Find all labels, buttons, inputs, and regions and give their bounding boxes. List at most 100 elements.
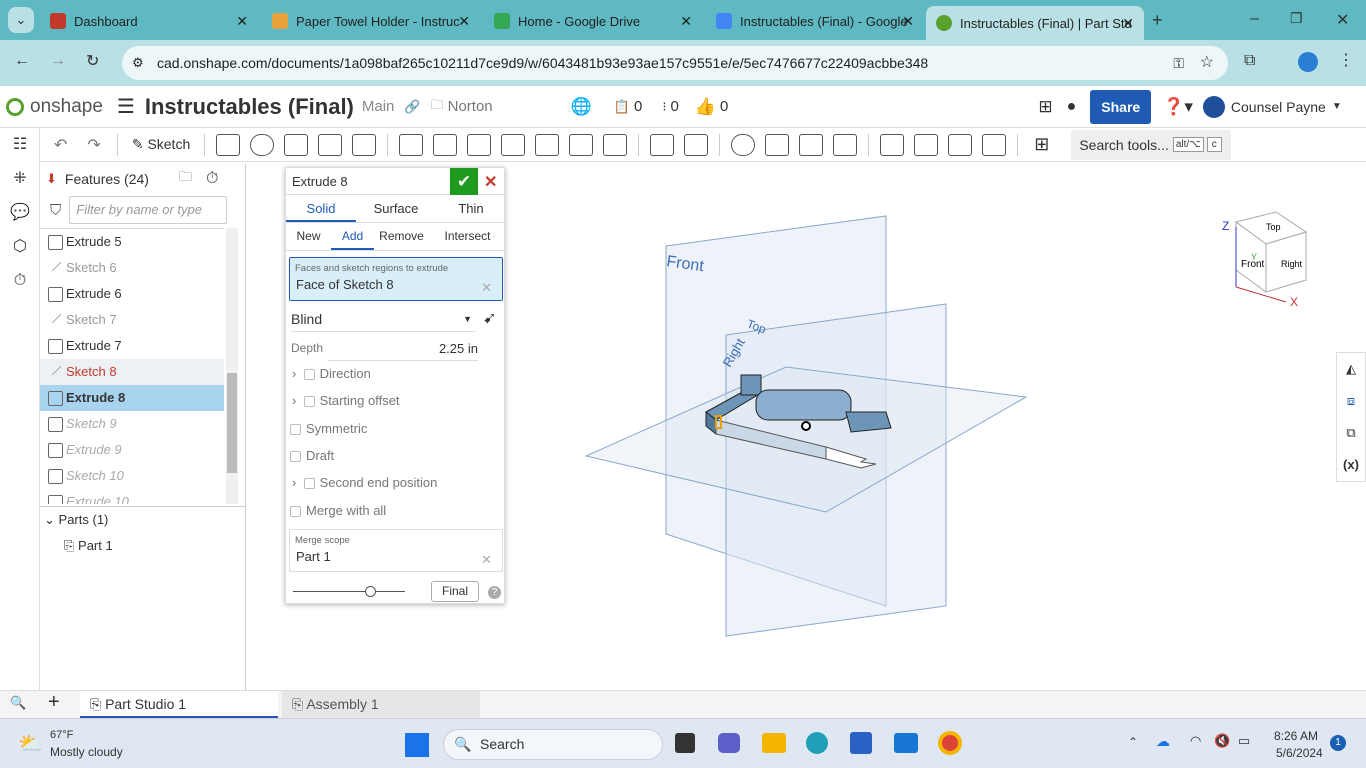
browser-tab[interactable]: Home - Google Drive ✕ (484, 6, 702, 36)
folder-name[interactable]: Norton (448, 98, 493, 115)
feature-item[interactable]: Extrude 10 (40, 489, 224, 504)
share-button[interactable]: Share (1090, 89, 1152, 124)
store-icon[interactable] (850, 732, 872, 754)
close-tab-icon[interactable]: ✕ (458, 13, 470, 30)
windows-start-icon[interactable] (405, 733, 429, 757)
direction-option[interactable]: › Direction (292, 366, 371, 381)
document-title[interactable]: Instructables (Final) (145, 94, 354, 120)
delete-part-icon[interactable] (833, 133, 858, 156)
help-icon[interactable]: ? (488, 586, 501, 599)
onshape-logo[interactable]: onshape (30, 96, 103, 118)
revolve-icon[interactable] (250, 133, 275, 156)
volume-muted-icon[interactable]: 🔇 (1214, 733, 1230, 749)
feature-item[interactable]: Sketch 6 (40, 255, 224, 281)
chevron-down-icon[interactable]: ▼ (1332, 101, 1342, 112)
clock-date[interactable]: 5/6/2024 (1276, 746, 1323, 760)
sketch-button[interactable]: ✎ Sketch (126, 136, 196, 153)
hole-icon[interactable] (569, 133, 594, 156)
profile-avatar[interactable] (1298, 52, 1318, 72)
feature-item[interactable]: Sketch 7 (40, 307, 224, 333)
parts-icon[interactable]: ⬡ (0, 230, 40, 264)
clear-selection-icon[interactable]: ✕ (481, 280, 492, 296)
site-info-icon[interactable]: ⚙ (132, 46, 144, 80)
faces-selection-field[interactable]: Faces and sketch regions to extrude Face… (289, 257, 503, 301)
starting-offset-checkbox[interactable] (303, 396, 315, 408)
bookmark-star-icon[interactable]: ☆ (1200, 46, 1214, 80)
rib-icon[interactable] (501, 133, 526, 156)
edge-icon[interactable] (806, 732, 828, 754)
password-key-icon[interactable]: ⚿ (1173, 46, 1184, 80)
merge-all-option[interactable]: Merge with all (290, 503, 386, 518)
tab-solid[interactable]: Solid (286, 196, 356, 222)
variables-icon[interactable]: ⁜ (0, 162, 40, 196)
battery-icon[interactable]: ▭ (1238, 733, 1250, 749)
chrome-icon[interactable] (938, 731, 962, 755)
redo-icon[interactable]: ↷ (87, 135, 100, 155)
tab-add[interactable]: Add (331, 224, 374, 250)
browser-tab[interactable]: Instructables (Final) - Google ✕ (706, 6, 924, 36)
starting-offset-option[interactable]: › Starting offset (292, 393, 400, 408)
tab-assembly-1[interactable]: ⎘ Assembly 1 (282, 691, 480, 718)
minimize-icon[interactable]: – (1250, 10, 1259, 28)
second-end-option[interactable]: › Second end position (292, 475, 437, 490)
symmetric-option[interactable]: Symmetric (290, 421, 367, 436)
split-icon[interactable] (765, 133, 790, 156)
extrude-icon[interactable] (216, 133, 241, 156)
clear-merge-scope-icon[interactable]: ✕ (481, 552, 492, 568)
slider-thumb[interactable] (365, 586, 376, 597)
feature-item[interactable]: Sketch 10 (40, 463, 224, 489)
close-tab-icon[interactable]: ✕ (236, 13, 248, 30)
tab-remove[interactable]: Remove (374, 224, 429, 250)
symmetric-checkbox[interactable] (290, 424, 301, 436)
close-tab-icon[interactable]: ✕ (1122, 15, 1134, 32)
temperature[interactable]: 67°F (50, 729, 73, 741)
mail-icon[interactable] (894, 733, 918, 753)
view-cube[interactable]: Front Top Right Z X Y (1222, 211, 1308, 309)
parts-header[interactable]: Parts (1) (59, 512, 109, 527)
menu-icon[interactable]: ☰ (117, 94, 135, 119)
tab-list-button[interactable]: ⌄ (8, 7, 34, 33)
accept-check-button[interactable]: ✔ (450, 168, 478, 195)
link-icon[interactable]: 🔗 (404, 99, 420, 115)
url-input[interactable]: ⚙ cad.onshape.com/documents/1a098baf265c1… (122, 46, 1228, 80)
draft-checkbox[interactable] (290, 451, 301, 463)
feature-item[interactable]: Extrude 7 (40, 333, 224, 359)
part-item[interactable]: Part 1 (78, 538, 113, 553)
task-view-icon[interactable] (675, 733, 695, 753)
add-folder-icon[interactable]: 🗀 (179, 168, 192, 190)
feature-item[interactable]: Extrude 8 (40, 385, 224, 411)
chamfer-icon[interactable] (433, 133, 458, 156)
weather-text[interactable]: Mostly cloudy (50, 745, 123, 759)
add-tab-icon[interactable]: + (48, 691, 60, 714)
file-explorer-icon[interactable] (762, 733, 786, 753)
app-store-icon[interactable]: ⊞ (1038, 97, 1052, 117)
explode-icon[interactable]: ⧉ (1337, 417, 1365, 449)
depth-input[interactable]: 2.25 in (328, 336, 478, 361)
wifi-icon[interactable]: ◠ (1190, 733, 1201, 749)
undo-icon[interactable]: ↶ (54, 135, 67, 155)
rollback-slider[interactable] (293, 586, 405, 597)
sweep-icon[interactable] (284, 133, 309, 156)
back-icon[interactable]: ← (14, 52, 30, 70)
cylinder-icon[interactable] (603, 133, 628, 156)
branch-label[interactable]: Main (362, 98, 395, 115)
thicken-icon[interactable] (352, 133, 377, 156)
tab-part-studio-1[interactable]: ⎘ Part Studio 1 (80, 691, 278, 718)
forward-icon[interactable]: → (50, 52, 66, 70)
feature-item[interactable]: Sketch 8 (40, 359, 224, 385)
onedrive-icon[interactable]: ☁ (1156, 733, 1170, 750)
merge-scope-field[interactable]: Merge scope Part 1 ✕ (289, 529, 503, 572)
close-tab-icon[interactable]: ✕ (902, 13, 914, 30)
merge-all-checkbox[interactable] (290, 506, 301, 518)
feature-item[interactable]: Extrude 6 (40, 281, 224, 307)
browser-tab[interactable]: Paper Towel Holder - Instruc ✕ (262, 6, 480, 36)
direction-checkbox[interactable] (303, 369, 315, 381)
globe-icon[interactable]: 🌐 (571, 97, 592, 117)
teams-icon[interactable] (718, 733, 740, 753)
search-tools-input[interactable]: Search tools... alt/⌥ c (1071, 129, 1232, 160)
section-view-icon[interactable]: ⧈ (1337, 385, 1365, 417)
tab-surface[interactable]: Surface (356, 196, 436, 222)
taskbar-search[interactable]: 🔍 Search (443, 729, 663, 760)
feature-item[interactable]: Extrude 9 (40, 437, 224, 463)
rollback-icon[interactable]: ⬇ (46, 171, 57, 187)
